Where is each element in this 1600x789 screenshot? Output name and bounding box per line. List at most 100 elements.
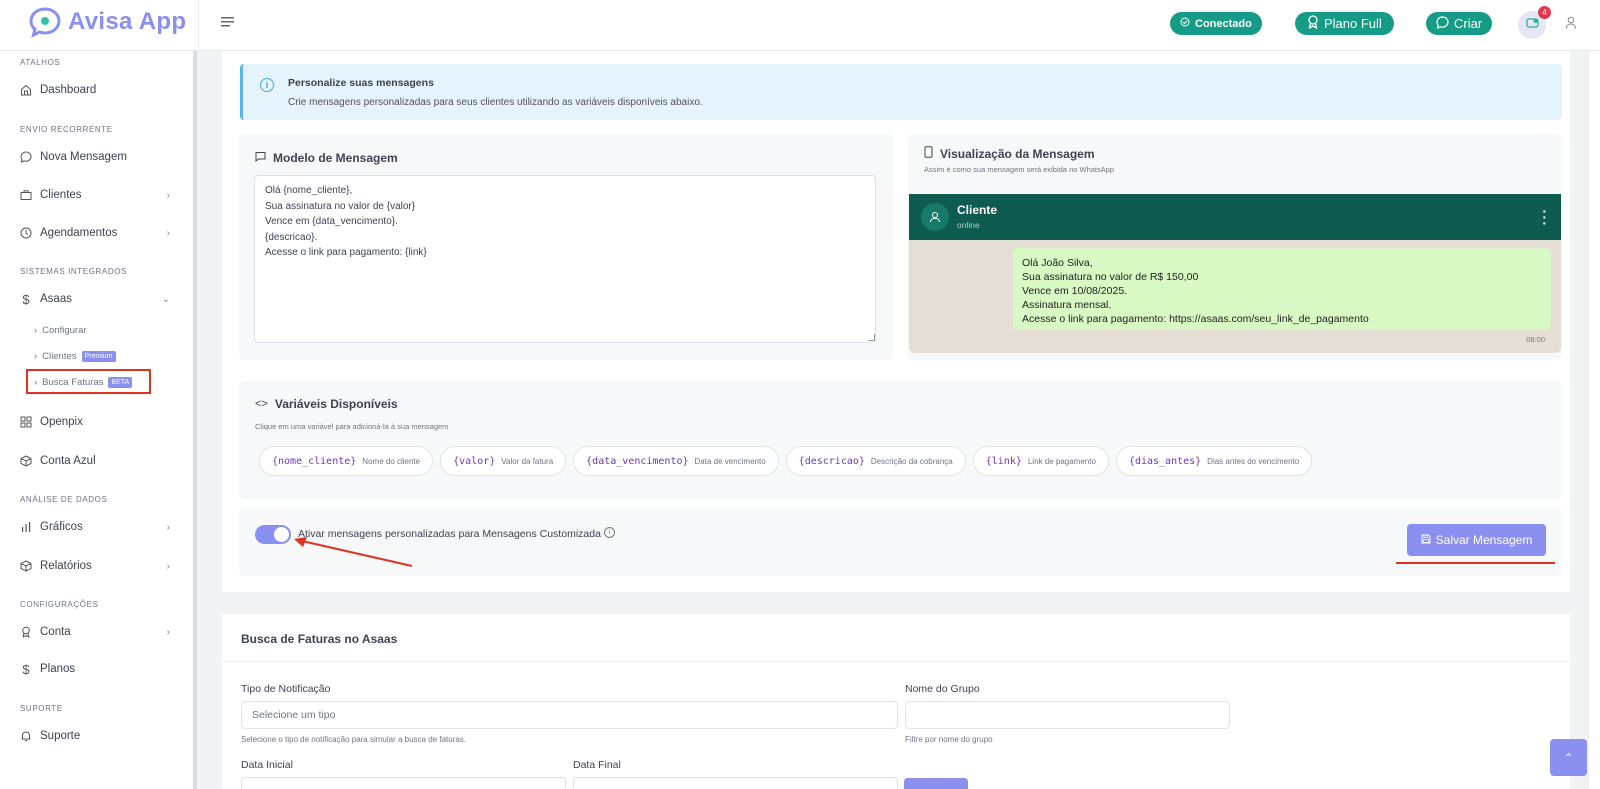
sidebar-item-clientes[interactable]: Clientes › <box>20 189 170 201</box>
message-template-textarea[interactable]: Olá {nome_cliente}, Sua assinatura no va… <box>254 175 876 343</box>
variable-chip[interactable]: {data_vencimento} Data de vencimento <box>573 446 779 476</box>
message-time: 08:00 <box>1526 335 1545 344</box>
sidebar-subitem-label: Configurar <box>42 325 87 336</box>
code-icon: <> <box>255 398 268 410</box>
sidebar-item-suporte[interactable]: Suporte <box>20 730 170 742</box>
variables-panel: <> Variáveis Disponíveis Clique em uma v… <box>239 381 1562 499</box>
notification-type-select[interactable]: Selecione um tipo <box>241 701 898 729</box>
variable-description: Nome do cliente <box>362 456 421 466</box>
group-name-help: Filtre por nome do grupo <box>905 735 993 744</box>
chat-notification-icon <box>1525 16 1539 34</box>
variable-chip[interactable]: {dias_antes} Dias antes do vencimento <box>1115 446 1313 476</box>
message-circle-icon <box>20 151 32 163</box>
divider <box>222 661 1570 662</box>
save-icon <box>1421 533 1431 547</box>
variable-description: Descrição da cobrança <box>870 456 953 466</box>
menu-toggle-icon[interactable] <box>221 15 235 29</box>
info-icon[interactable]: i <box>604 527 615 538</box>
message-template-panel: Modelo de Mensagem Olá {nome_cliente}, S… <box>239 134 893 360</box>
bell-icon <box>20 730 32 742</box>
section-suporte: SUPORTE <box>20 704 63 713</box>
notification-type-help: Selecione o tipo de notificação para sim… <box>241 735 467 744</box>
annotation-highlight-box <box>26 369 151 394</box>
whatsapp-chat-body: Olá João Silva, Sua assinatura no valor … <box>909 240 1561 353</box>
variable-chip[interactable]: {link} Link de pagamento <box>972 446 1109 476</box>
chevron-right-icon: › <box>166 626 170 638</box>
section-envio-recorrente: ENVIO RECORRENTE <box>20 125 113 134</box>
message-bubble: Olá João Silva, Sua assinatura no valor … <box>1013 248 1551 330</box>
variable-description: Link de pagamento <box>1027 456 1096 466</box>
scroll-to-top-button[interactable]: ⌃ <box>1550 739 1587 776</box>
sidebar-item-label: Dashboard <box>40 84 97 96</box>
start-date-input[interactable] <box>241 777 566 789</box>
whatsapp-chat-header: Cliente online · · · <box>909 194 1561 240</box>
chevron-right-icon: › <box>166 560 170 572</box>
save-button-label: Salvar Mensagem <box>1435 533 1533 547</box>
panel-subtitle: Assim é como sua mensagem será exibida n… <box>924 165 1115 174</box>
check-circle-icon <box>1180 17 1190 30</box>
save-message-button[interactable]: Salvar Mensagem <box>1407 524 1546 556</box>
annotation-underline <box>1396 562 1555 564</box>
sidebar-item-asaas[interactable]: $ Asaas ⌄ <box>20 292 170 307</box>
create-button[interactable]: Criar <box>1426 12 1493 35</box>
sidebar-item-graficos[interactable]: Gráficos › <box>20 521 170 533</box>
sidebar-item-relatorios[interactable]: Relatórios › <box>20 560 170 572</box>
connection-status-badge[interactable]: Conectado <box>1170 12 1262 35</box>
variable-code: {descricao} <box>798 455 865 467</box>
sidebar-item-label: Agendamentos <box>40 227 118 239</box>
variable-chip[interactable]: {valor} Valor da fatura <box>440 446 567 476</box>
user-icon[interactable] <box>1565 16 1577 30</box>
notification-count-badge: 4 <box>1538 6 1551 19</box>
variable-code: {link} <box>985 455 1022 467</box>
sidebar-subitem-configurar[interactable]: › Configurar <box>34 325 87 336</box>
sidebar-item-planos[interactable]: $ Planos <box>20 662 170 677</box>
page-scrollbar[interactable] <box>1588 51 1600 789</box>
home-icon <box>20 84 32 96</box>
variable-chip[interactable]: {descricao} Descrição da cobrança <box>785 446 966 476</box>
sidebar-item-openpix[interactable]: Openpix <box>20 416 170 428</box>
sidebar-scrollbar[interactable] <box>193 51 197 789</box>
award-icon <box>20 626 32 638</box>
section-analise-de-dados: ANÁLISE DE DADOS <box>20 495 108 504</box>
award-icon <box>1307 15 1319 32</box>
box-icon <box>20 560 32 572</box>
resize-handle[interactable] <box>868 334 875 341</box>
bar-chart-icon <box>20 521 32 533</box>
sidebar-item-label: Clientes <box>40 189 82 201</box>
app-logo[interactable]: Avisa App <box>28 6 186 38</box>
variable-description: Valor da fatura <box>501 456 554 466</box>
variable-chips: {nome_cliente} Nome do cliente {valor} Val… <box>259 446 1313 476</box>
plan-label: Plano Full <box>1324 16 1382 31</box>
group-name-label: Nome do Grupo <box>905 683 980 695</box>
premium-badge: Premium <box>81 351 116 362</box>
sidebar-subitem-clientes[interactable]: › Clientes Premium <box>34 351 116 362</box>
sidebar-item-agendamentos[interactable]: Agendamentos › <box>20 227 170 239</box>
briefcase-icon <box>20 189 32 201</box>
sidebar-item-label: Relatórios <box>40 560 92 572</box>
variable-chip[interactable]: {nome_cliente} Nome do cliente <box>259 446 434 476</box>
plan-button[interactable]: Plano Full <box>1295 12 1394 35</box>
end-date-input[interactable] <box>573 777 898 789</box>
contact-status: online <box>957 220 980 230</box>
section-sistemas-integrados: SISTEMAS INTEGRADOS <box>20 267 127 276</box>
sidebar-item-conta-azul[interactable]: Conta Azul <box>20 455 170 467</box>
info-title: Personalize suas mensagens <box>288 77 434 89</box>
more-vertical-icon[interactable]: · · · <box>1542 204 1547 230</box>
variable-code: {valor} <box>453 455 496 467</box>
info-description: Crie mensagens personalizadas para seus … <box>288 97 703 108</box>
sidebar-item-label: Planos <box>40 663 76 675</box>
grid-icon <box>20 416 32 428</box>
panel-title-label: Visualização da Mensagem <box>940 146 1095 161</box>
chat-bubble-logo-icon <box>28 6 62 38</box>
variable-description: Data de vencimento <box>694 456 766 466</box>
group-name-input[interactable] <box>905 701 1230 729</box>
search-button[interactable] <box>904 778 968 789</box>
invoice-search-card: Busca de Faturas no Asaas Tipo de Notifi… <box>222 614 1570 789</box>
sidebar-item-dashboard[interactable]: Dashboard <box>20 84 170 96</box>
sidebar-subitem-label: Clientes <box>42 351 77 362</box>
card-title: Busca de Faturas no Asaas <box>241 632 398 646</box>
sidebar-item-conta[interactable]: Conta › <box>20 626 170 638</box>
custom-messages-toggle[interactable] <box>255 525 291 544</box>
chevron-right-icon: › <box>34 351 38 362</box>
sidebar-item-nova-mensagem[interactable]: Nova Mensagem <box>20 151 170 163</box>
